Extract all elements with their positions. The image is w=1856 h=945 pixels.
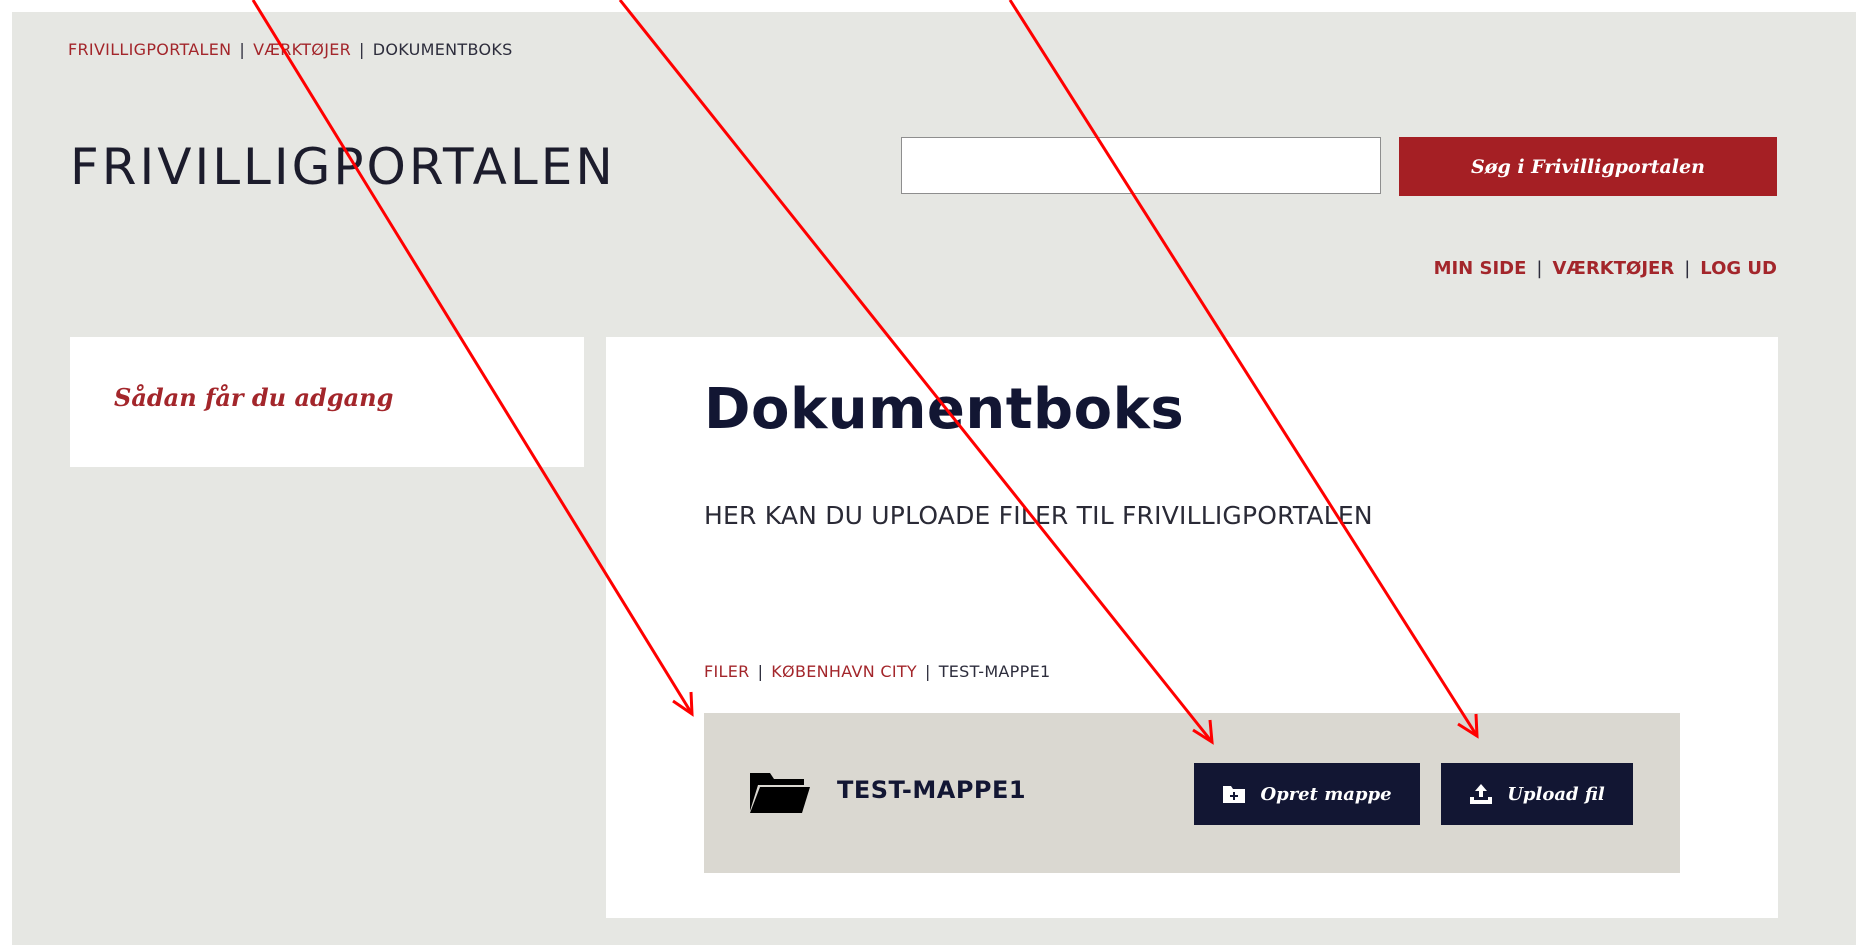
breadcrumb-separator: | (757, 662, 764, 681)
breadcrumb-item-home[interactable]: FRIVILLIGPORTALEN (68, 40, 231, 59)
breadcrumb: FRIVILLIGPORTALEN | VÆRKTØJER | DOKUMENTBOKS (68, 40, 513, 59)
user-nav: MIN SIDE | VÆRKTØJER | LOG UD (1434, 258, 1777, 279)
upload-file-button[interactable]: Upload fil (1441, 763, 1633, 825)
folder-plus-icon (1223, 786, 1246, 803)
folder-open-icon (750, 773, 810, 813)
breadcrumb-separator: | (239, 40, 246, 59)
nav-logout[interactable]: LOG UD (1700, 258, 1777, 279)
folder-breadcrumb: FILER | KØBENHAVN CITY | TEST-MAPPE1 (704, 662, 1050, 681)
sidebar-access-link[interactable]: Sådan får du adgang (114, 383, 393, 412)
create-folder-button[interactable]: Opret mappe (1194, 763, 1420, 825)
sidebar-panel: Sådan får du adgang (70, 337, 584, 467)
upload-file-label: Upload fil (1507, 783, 1605, 805)
breadcrumb-separator: | (359, 40, 365, 59)
page-title: Dokumentboks (704, 377, 1185, 442)
nav-my-page[interactable]: MIN SIDE (1434, 258, 1527, 279)
nav-separator: | (1684, 258, 1691, 279)
folder-breadcrumb-current: TEST-MAPPE1 (938, 662, 1051, 681)
upload-icon (1470, 784, 1493, 804)
nav-tools[interactable]: VÆRKTØJER (1552, 258, 1674, 279)
search-button[interactable]: Søg i Frivilligportalen (1399, 137, 1777, 196)
nav-separator: | (1536, 258, 1543, 279)
breadcrumb-item-current: DOKUMENTBOKS (372, 40, 513, 59)
breadcrumb-separator: | (925, 662, 931, 681)
current-folder-name: TEST-MAPPE1 (837, 776, 1027, 804)
search-input[interactable] (901, 137, 1381, 194)
folder-bar: TEST-MAPPE1 Opret mappe Upload fil (704, 713, 1680, 873)
main-panel: Dokumentboks HER KAN DU UPLOADE FILER TI… (606, 337, 1778, 918)
breadcrumb-item-tools[interactable]: VÆRKTØJER (253, 40, 351, 59)
page-subtitle: HER KAN DU UPLOADE FILER TIL FRIVILLIGPO… (704, 501, 1373, 530)
folder-breadcrumb-city[interactable]: KØBENHAVN CITY (771, 662, 917, 681)
folder-breadcrumb-files[interactable]: FILER (704, 662, 750, 681)
site-logo[interactable]: FRIVILLIGPORTALEN (70, 138, 616, 196)
create-folder-label: Opret mappe (1260, 783, 1392, 805)
